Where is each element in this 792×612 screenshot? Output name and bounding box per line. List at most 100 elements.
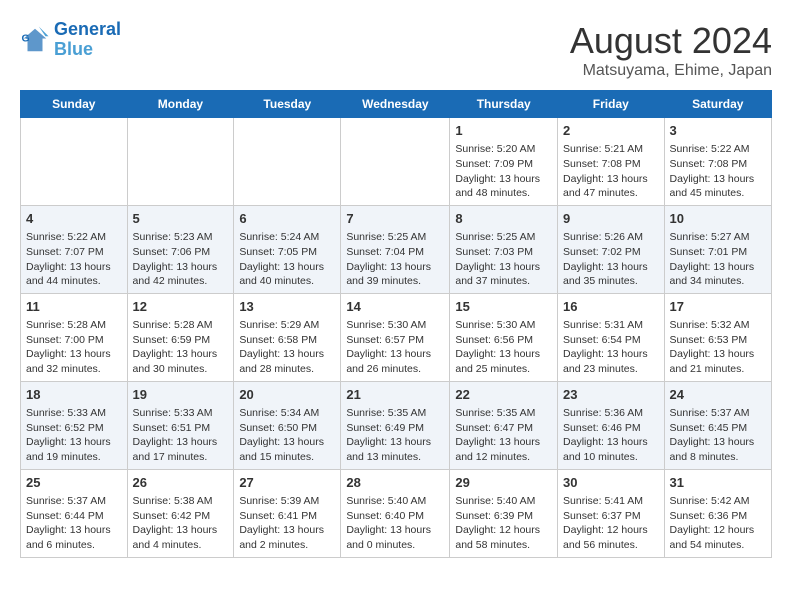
calendar-cell: 23 Sunrise: 5:36 AMSunset: 6:46 PMDayligh… (558, 381, 665, 469)
calendar-cell: 9 Sunrise: 5:26 AMSunset: 7:02 PMDaylight… (558, 205, 665, 293)
calendar-cell: 29 Sunrise: 5:40 AMSunset: 6:39 PMDayligh… (450, 469, 558, 557)
date-number: 30 (563, 474, 659, 492)
day-header-sunday: Sunday (21, 91, 128, 118)
calendar-cell: 14 Sunrise: 5:30 AMSunset: 6:57 PMDayligh… (341, 293, 450, 381)
calendar-header-row: SundayMondayTuesdayWednesdayThursdayFrid… (21, 91, 772, 118)
date-number: 1 (455, 122, 552, 140)
calendar-cell (341, 118, 450, 206)
cell-info: Sunrise: 5:32 AMSunset: 6:53 PMDaylight:… (670, 318, 766, 377)
logo-text: GeneralBlue (54, 20, 121, 60)
cell-info: Sunrise: 5:22 AMSunset: 7:08 PMDaylight:… (670, 142, 766, 201)
calendar-week-2: 4 Sunrise: 5:22 AMSunset: 7:07 PMDaylight… (21, 205, 772, 293)
date-number: 28 (346, 474, 444, 492)
calendar-cell: 24 Sunrise: 5:37 AMSunset: 6:45 PMDayligh… (664, 381, 771, 469)
calendar-cell: 31 Sunrise: 5:42 AMSunset: 6:36 PMDayligh… (664, 469, 771, 557)
calendar-cell: 17 Sunrise: 5:32 AMSunset: 6:53 PMDayligh… (664, 293, 771, 381)
date-number: 26 (133, 474, 229, 492)
cell-info: Sunrise: 5:40 AMSunset: 6:39 PMDaylight:… (455, 494, 552, 553)
calendar-cell: 21 Sunrise: 5:35 AMSunset: 6:49 PMDayligh… (341, 381, 450, 469)
date-number: 7 (346, 210, 444, 228)
page-header: G GeneralBlue August 2024 Matsuyama, Ehi… (20, 20, 772, 80)
date-number: 8 (455, 210, 552, 228)
day-header-saturday: Saturday (664, 91, 771, 118)
date-number: 29 (455, 474, 552, 492)
date-number: 17 (670, 298, 766, 316)
day-header-tuesday: Tuesday (234, 91, 341, 118)
cell-info: Sunrise: 5:20 AMSunset: 7:09 PMDaylight:… (455, 142, 552, 201)
date-number: 24 (670, 386, 766, 404)
cell-info: Sunrise: 5:27 AMSunset: 7:01 PMDaylight:… (670, 230, 766, 289)
date-number: 21 (346, 386, 444, 404)
date-number: 12 (133, 298, 229, 316)
calendar-cell: 30Sunrise: 5:41 AMSunset: 6:37 PMDayligh… (558, 469, 665, 557)
calendar-week-4: 18Sunrise: 5:33 AMSunset: 6:52 PMDayligh… (21, 381, 772, 469)
calendar-cell: 12 Sunrise: 5:28 AMSunset: 6:59 PMDayligh… (127, 293, 234, 381)
date-number: 4 (26, 210, 122, 228)
title-block: August 2024 Matsuyama, Ehime, Japan (570, 20, 772, 80)
date-number: 20 (239, 386, 335, 404)
cell-info: Sunrise: 5:37 AMSunset: 6:45 PMDaylight:… (670, 406, 766, 465)
cell-info: Sunrise: 5:31 AMSunset: 6:54 PMDaylight:… (563, 318, 659, 377)
calendar-cell: 7Sunrise: 5:25 AMSunset: 7:04 PMDaylight… (341, 205, 450, 293)
calendar-cell: 20 Sunrise: 5:34 AMSunset: 6:50 PMDayligh… (234, 381, 341, 469)
cell-info: Sunrise: 5:38 AMSunset: 6:42 PMDaylight:… (133, 494, 229, 553)
cell-info: Sunrise: 5:36 AMSunset: 6:46 PMDaylight:… (563, 406, 659, 465)
date-number: 25 (26, 474, 122, 492)
calendar-cell: 22 Sunrise: 5:35 AMSunset: 6:47 PMDayligh… (450, 381, 558, 469)
date-number: 3 (670, 122, 766, 140)
cell-info: Sunrise: 5:34 AMSunset: 6:50 PMDaylight:… (239, 406, 335, 465)
calendar-cell: 26 Sunrise: 5:38 AMSunset: 6:42 PMDayligh… (127, 469, 234, 557)
cell-info: Sunrise: 5:39 AMSunset: 6:41 PMDaylight:… (239, 494, 335, 553)
calendar-cell: 4 Sunrise: 5:22 AMSunset: 7:07 PMDaylight… (21, 205, 128, 293)
date-number: 22 (455, 386, 552, 404)
date-number: 18 (26, 386, 122, 404)
date-number: 14 (346, 298, 444, 316)
cell-info: Sunrise: 5:26 AMSunset: 7:02 PMDaylight:… (563, 230, 659, 289)
calendar-cell: 1 Sunrise: 5:20 AMSunset: 7:09 PMDaylight… (450, 118, 558, 206)
cell-info: Sunrise: 5:22 AMSunset: 7:07 PMDaylight:… (26, 230, 122, 289)
date-number: 6 (239, 210, 335, 228)
calendar-cell (21, 118, 128, 206)
cell-info: Sunrise: 5:21 AMSunset: 7:08 PMDaylight:… (563, 142, 659, 201)
date-number: 23 (563, 386, 659, 404)
day-header-wednesday: Wednesday (341, 91, 450, 118)
date-number: 9 (563, 210, 659, 228)
logo: G GeneralBlue (20, 20, 121, 60)
calendar-cell: 16 Sunrise: 5:31 AMSunset: 6:54 PMDayligh… (558, 293, 665, 381)
cell-info: Sunrise: 5:25 AMSunset: 7:03 PMDaylight:… (455, 230, 552, 289)
calendar-cell: 11Sunrise: 5:28 AMSunset: 7:00 PMDayligh… (21, 293, 128, 381)
date-number: 31 (670, 474, 766, 492)
cell-info: Sunrise: 5:42 AMSunset: 6:36 PMDaylight:… (670, 494, 766, 553)
cell-info: Sunrise: 5:28 AMSunset: 6:59 PMDaylight:… (133, 318, 229, 377)
calendar-cell: 10 Sunrise: 5:27 AMSunset: 7:01 PMDayligh… (664, 205, 771, 293)
main-title: August 2024 (570, 20, 772, 62)
cell-info: Sunrise: 5:33 AMSunset: 6:51 PMDaylight:… (133, 406, 229, 465)
calendar-cell: 2 Sunrise: 5:21 AMSunset: 7:08 PMDaylight… (558, 118, 665, 206)
calendar-cell: 18Sunrise: 5:33 AMSunset: 6:52 PMDayligh… (21, 381, 128, 469)
date-number: 2 (563, 122, 659, 140)
date-number: 5 (133, 210, 229, 228)
calendar-cell: 6 Sunrise: 5:24 AMSunset: 7:05 PMDaylight… (234, 205, 341, 293)
date-number: 15 (455, 298, 552, 316)
date-number: 19 (133, 386, 229, 404)
cell-info: Sunrise: 5:24 AMSunset: 7:05 PMDaylight:… (239, 230, 335, 289)
calendar-cell: 27Sunrise: 5:39 AMSunset: 6:41 PMDayligh… (234, 469, 341, 557)
cell-info: Sunrise: 5:30 AMSunset: 6:57 PMDaylight:… (346, 318, 444, 377)
date-number: 10 (670, 210, 766, 228)
calendar-table: SundayMondayTuesdayWednesdayThursdayFrid… (20, 90, 772, 558)
date-number: 16 (563, 298, 659, 316)
cell-info: Sunrise: 5:37 AMSunset: 6:44 PMDaylight:… (26, 494, 122, 553)
cell-info: Sunrise: 5:29 AMSunset: 6:58 PMDaylight:… (239, 318, 335, 377)
day-header-monday: Monday (127, 91, 234, 118)
calendar-cell: 25 Sunrise: 5:37 AMSunset: 6:44 PMDayligh… (21, 469, 128, 557)
day-header-friday: Friday (558, 91, 665, 118)
calendar-cell: 8 Sunrise: 5:25 AMSunset: 7:03 PMDaylight… (450, 205, 558, 293)
date-number: 11 (26, 298, 122, 316)
cell-info: Sunrise: 5:35 AMSunset: 6:47 PMDaylight:… (455, 406, 552, 465)
subtitle: Matsuyama, Ehime, Japan (570, 62, 772, 80)
logo-icon: G (20, 25, 50, 55)
calendar-cell (234, 118, 341, 206)
date-number: 13 (239, 298, 335, 316)
cell-info: Sunrise: 5:35 AMSunset: 6:49 PMDaylight:… (346, 406, 444, 465)
calendar-cell: 13 Sunrise: 5:29 AMSunset: 6:58 PMDayligh… (234, 293, 341, 381)
